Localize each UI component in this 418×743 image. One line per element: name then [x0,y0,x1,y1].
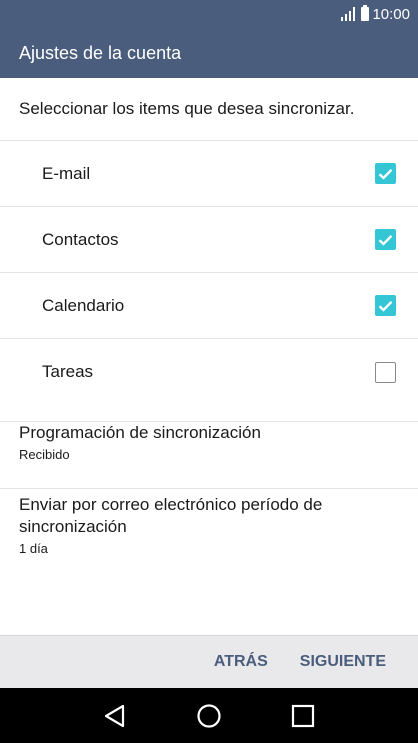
screen: 10:00 Ajustes de la cuenta Seleccionar l… [0,0,418,743]
sync-schedule-setting[interactable]: Programación de sincronización Recibido [0,421,418,489]
page-title: Ajustes de la cuenta [19,42,182,63]
sync-item-email[interactable]: E-mail [0,141,418,207]
sync-item-label: Calendario [42,295,125,315]
next-button[interactable]: SIGUIENTE [300,653,386,671]
sync-item-label: Contactos [42,229,119,249]
email-checkbox[interactable] [375,163,396,184]
sync-item-label: E-mail [42,163,91,183]
footer-bar: ATRÁS SIGUIENTE [0,635,418,688]
back-button[interactable]: ATRÁS [214,653,268,671]
check-icon [378,234,393,246]
nav-bar [0,688,418,743]
battery-icon [361,5,370,21]
signal-icon [339,7,356,21]
setting-value: Recibido [19,447,70,462]
status-bar: 10:00 [0,0,418,28]
sync-item-contacts[interactable]: Contactos [0,207,418,273]
sync-period-setting[interactable]: Enviar por correo electrónico período de… [0,494,418,558]
check-icon [378,168,393,180]
calendar-checkbox[interactable] [375,295,396,316]
sync-item-tasks[interactable]: Tareas [0,339,418,405]
action-bar: Ajustes de la cuenta [0,28,418,78]
back-triangle-icon[interactable] [95,696,135,736]
contacts-checkbox[interactable] [375,229,396,250]
setting-value: 1 día [19,541,48,556]
sync-item-label: Tareas [42,362,94,381]
tasks-checkbox[interactable] [375,361,396,383]
sync-list: E-mail Contactos Calendario Tareas [0,141,418,405]
setting-title: Enviar por correo electrónico período de… [19,495,323,536]
status-time: 10:00 [372,5,410,23]
recents-square-icon[interactable] [283,696,323,736]
setting-title: Programación de sincronización [19,423,261,442]
sync-item-calendar[interactable]: Calendario [0,273,418,339]
check-icon [378,300,393,312]
home-circle-icon[interactable] [189,696,229,736]
sync-instruction: Seleccionar los items que desea sincroni… [0,78,418,141]
